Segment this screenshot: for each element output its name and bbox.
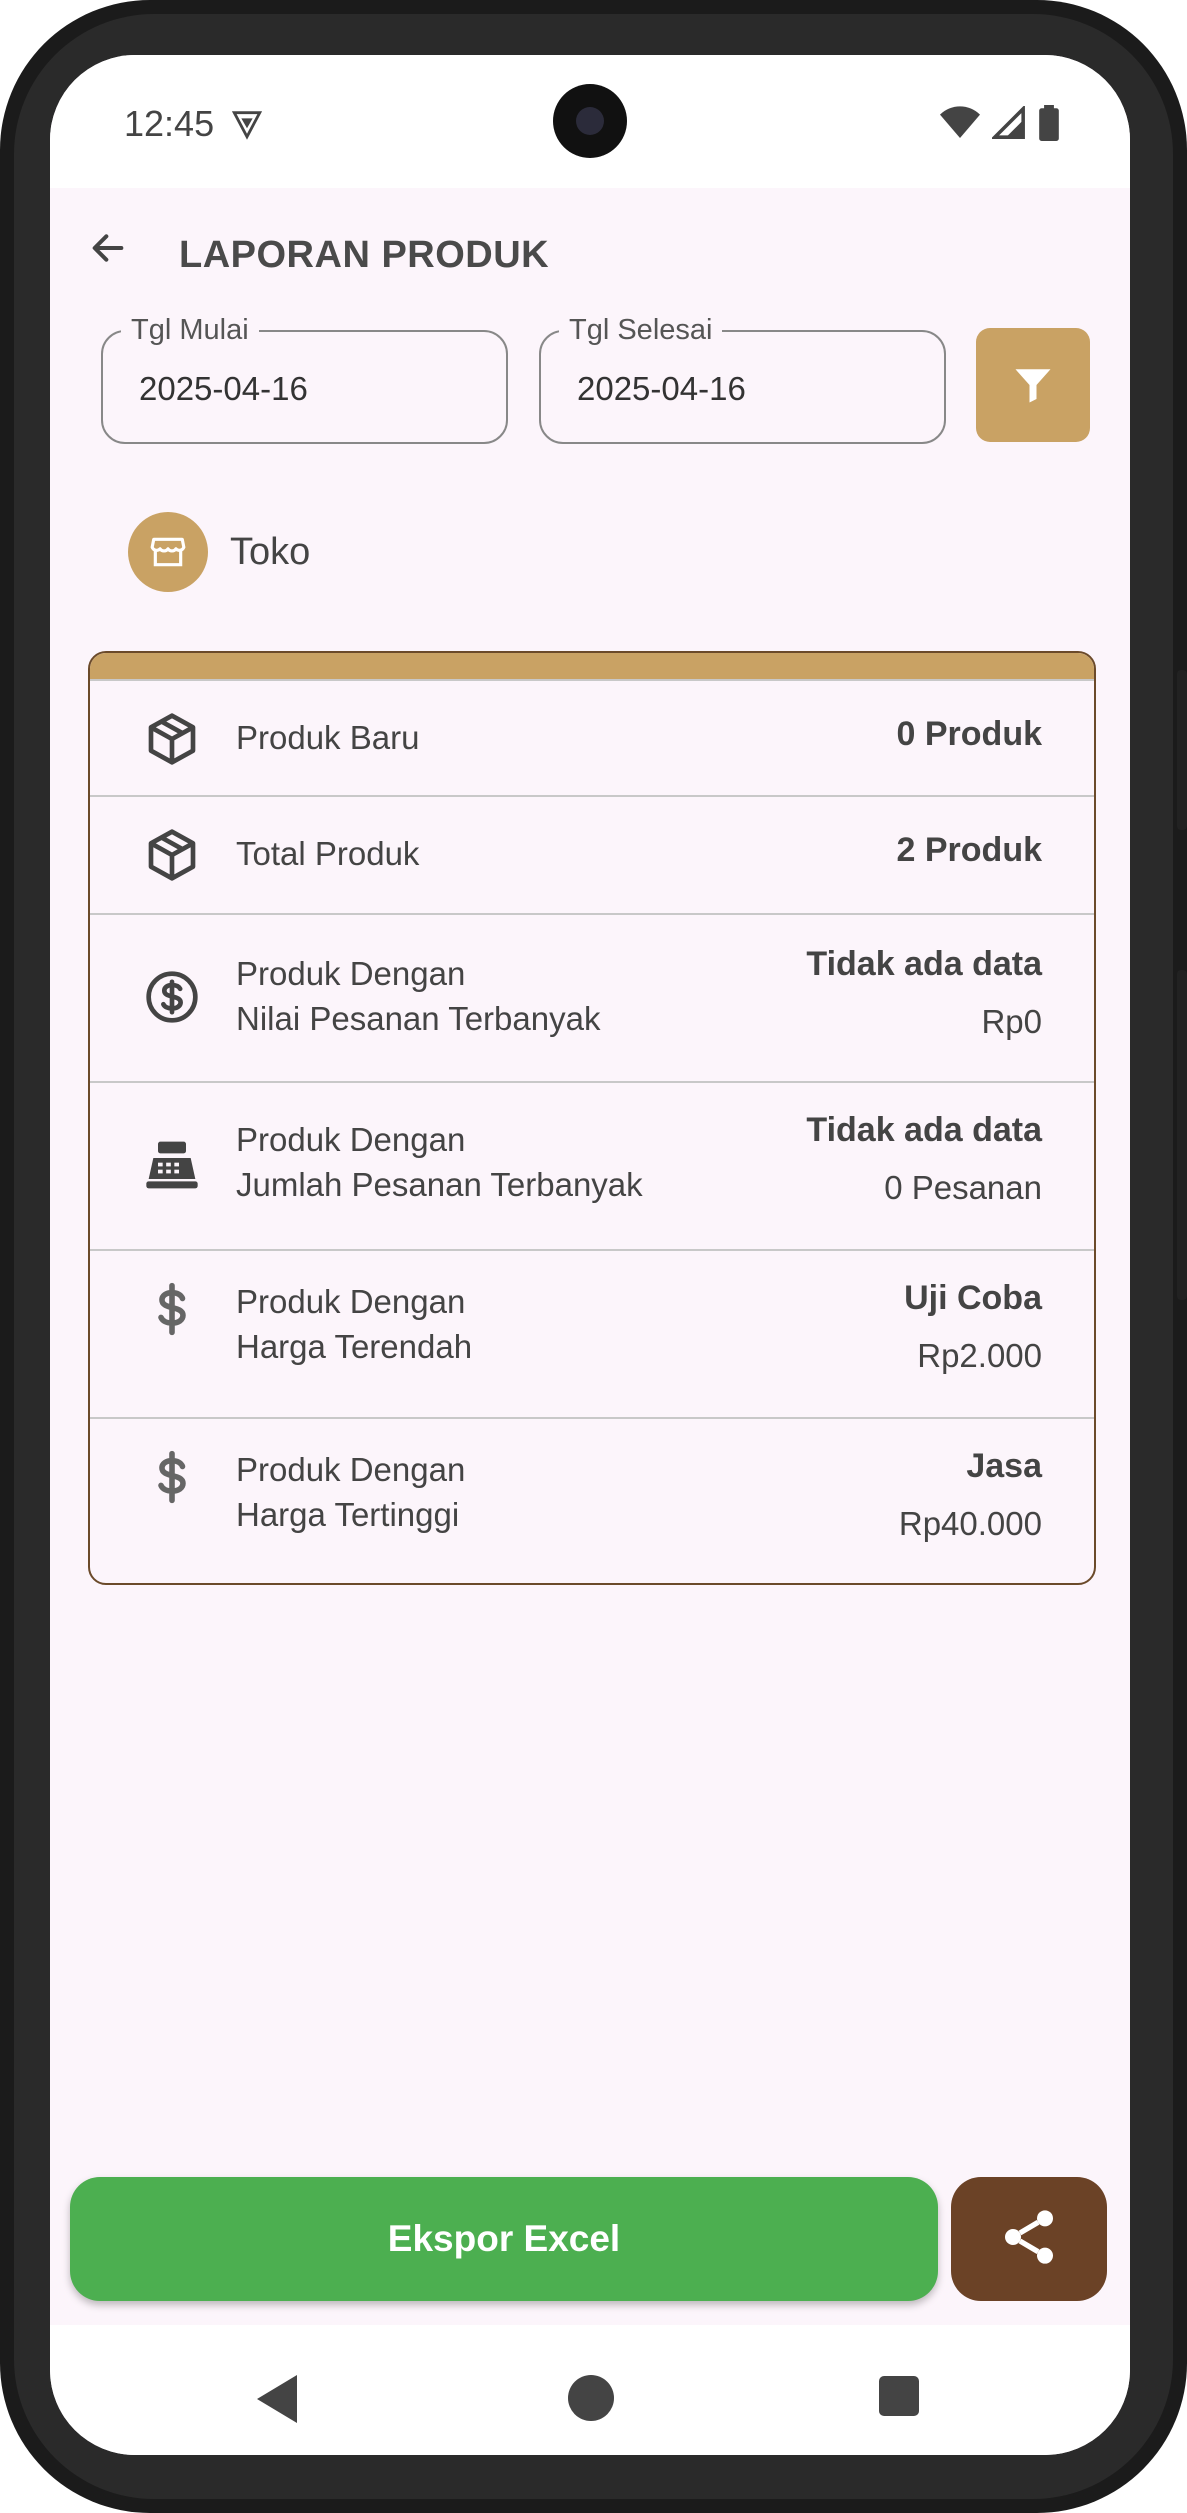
row-label-line1: Produk Dengan (236, 1283, 466, 1320)
end-date-field[interactable]: Tgl Selesai 2025-04-16 (539, 314, 946, 444)
phone-frame: 12:45 LAPORAN PRODUK Tgl Mulai 2025-04-1… (0, 0, 1187, 2513)
row-label-line2: Jumlah Pesanan Terbanyak (236, 1166, 643, 1203)
row-subvalue: 0 Pesanan (884, 1169, 1042, 1206)
row-label-line2: Harga Terendah (236, 1328, 473, 1365)
battery-icon (1038, 105, 1060, 146)
front-camera (553, 84, 627, 158)
end-date-value: 2025-04-16 (577, 370, 746, 407)
wifi-icon (940, 106, 980, 145)
end-date-label: Tgl Selesai (559, 314, 723, 347)
screen: 12:45 LAPORAN PRODUK Tgl Mulai 2025-04-1… (50, 55, 1130, 2455)
row-label-line1: Produk Dengan (236, 1121, 466, 1158)
export-excel-label: Ekspor Excel (387, 2218, 621, 2259)
status-bar: 12:45 (50, 55, 1130, 188)
back-arrow-icon[interactable] (88, 228, 136, 268)
row-label-line2: Harga Tertinggi (236, 1496, 460, 1533)
box-icon (144, 827, 200, 883)
status-icons (940, 104, 1060, 146)
store-icon (128, 512, 208, 592)
status-time: 12:45 (124, 103, 215, 144)
vpn-icon (230, 107, 264, 146)
card-header-bar (90, 653, 1094, 679)
row-value: Tidak ada data (806, 945, 1042, 983)
share-icon (997, 2205, 1061, 2274)
dollar-icon (144, 1281, 200, 1337)
store-selector[interactable]: Toko (128, 512, 310, 592)
start-date-value: 2025-04-16 (139, 370, 308, 407)
report-row-top-order-value: Produk Dengan Nilai Pesanan Terbanyak Ti… (90, 913, 1094, 1081)
start-date-label: Tgl Mulai (121, 314, 259, 347)
row-value: 0 Produk (896, 715, 1042, 753)
page-title: LAPORAN PRODUK (179, 234, 550, 276)
row-label: Total Produk (236, 835, 420, 872)
share-button[interactable] (951, 2177, 1107, 2301)
row-value: Uji Coba (904, 1279, 1042, 1317)
dollar-icon (144, 1449, 200, 1505)
row-value: Jasa (966, 1447, 1042, 1485)
signal-icon (990, 104, 1026, 145)
row-label-line1: Produk Dengan (236, 955, 466, 992)
power-button (1177, 670, 1187, 830)
row-label-line2: Nilai Pesanan Terbanyak (236, 1000, 601, 1037)
store-label: Toko (230, 530, 311, 573)
row-label-line1: Produk Dengan (236, 1451, 466, 1488)
row-label: Produk Baru (236, 719, 420, 756)
report-card: Produk Baru 0 Produk Total Produk 2 Prod… (88, 651, 1096, 1585)
row-subvalue: Rp0 (981, 1003, 1042, 1040)
cash-register-icon (144, 1137, 200, 1193)
nav-back-icon[interactable] (256, 2375, 298, 2428)
row-subvalue: Rp2.000 (917, 1337, 1042, 1374)
row-subvalue: Rp40.000 (898, 1505, 1042, 1542)
box-icon (144, 711, 200, 767)
report-row-lowest-price: Produk Dengan Harga Terendah Uji Coba Rp… (90, 1249, 1094, 1417)
report-row-top-order-count: Produk Dengan Jumlah Pesanan Terbanyak T… (90, 1081, 1094, 1249)
nav-recents-icon[interactable] (879, 2376, 919, 2416)
system-nav-bar (50, 2325, 1130, 2455)
nav-home-icon[interactable] (568, 2375, 614, 2421)
report-row-highest-price: Produk Dengan Harga Tertinggi Jasa Rp40.… (90, 1417, 1094, 1583)
filter-button[interactable] (976, 328, 1090, 442)
row-value: 2 Produk (896, 831, 1042, 869)
export-excel-button[interactable]: Ekspor Excel (70, 2177, 938, 2301)
volume-button (1177, 970, 1187, 1300)
start-date-field[interactable]: Tgl Mulai 2025-04-16 (101, 314, 508, 444)
app-header: LAPORAN PRODUK (50, 188, 1130, 308)
dollar-circle-icon (144, 969, 200, 1025)
row-value: Tidak ada data (806, 1111, 1042, 1149)
report-row-new-products: Produk Baru 0 Produk (90, 679, 1094, 795)
report-row-total-products: Total Produk 2 Produk (90, 795, 1094, 913)
filter-icon (1012, 364, 1054, 411)
